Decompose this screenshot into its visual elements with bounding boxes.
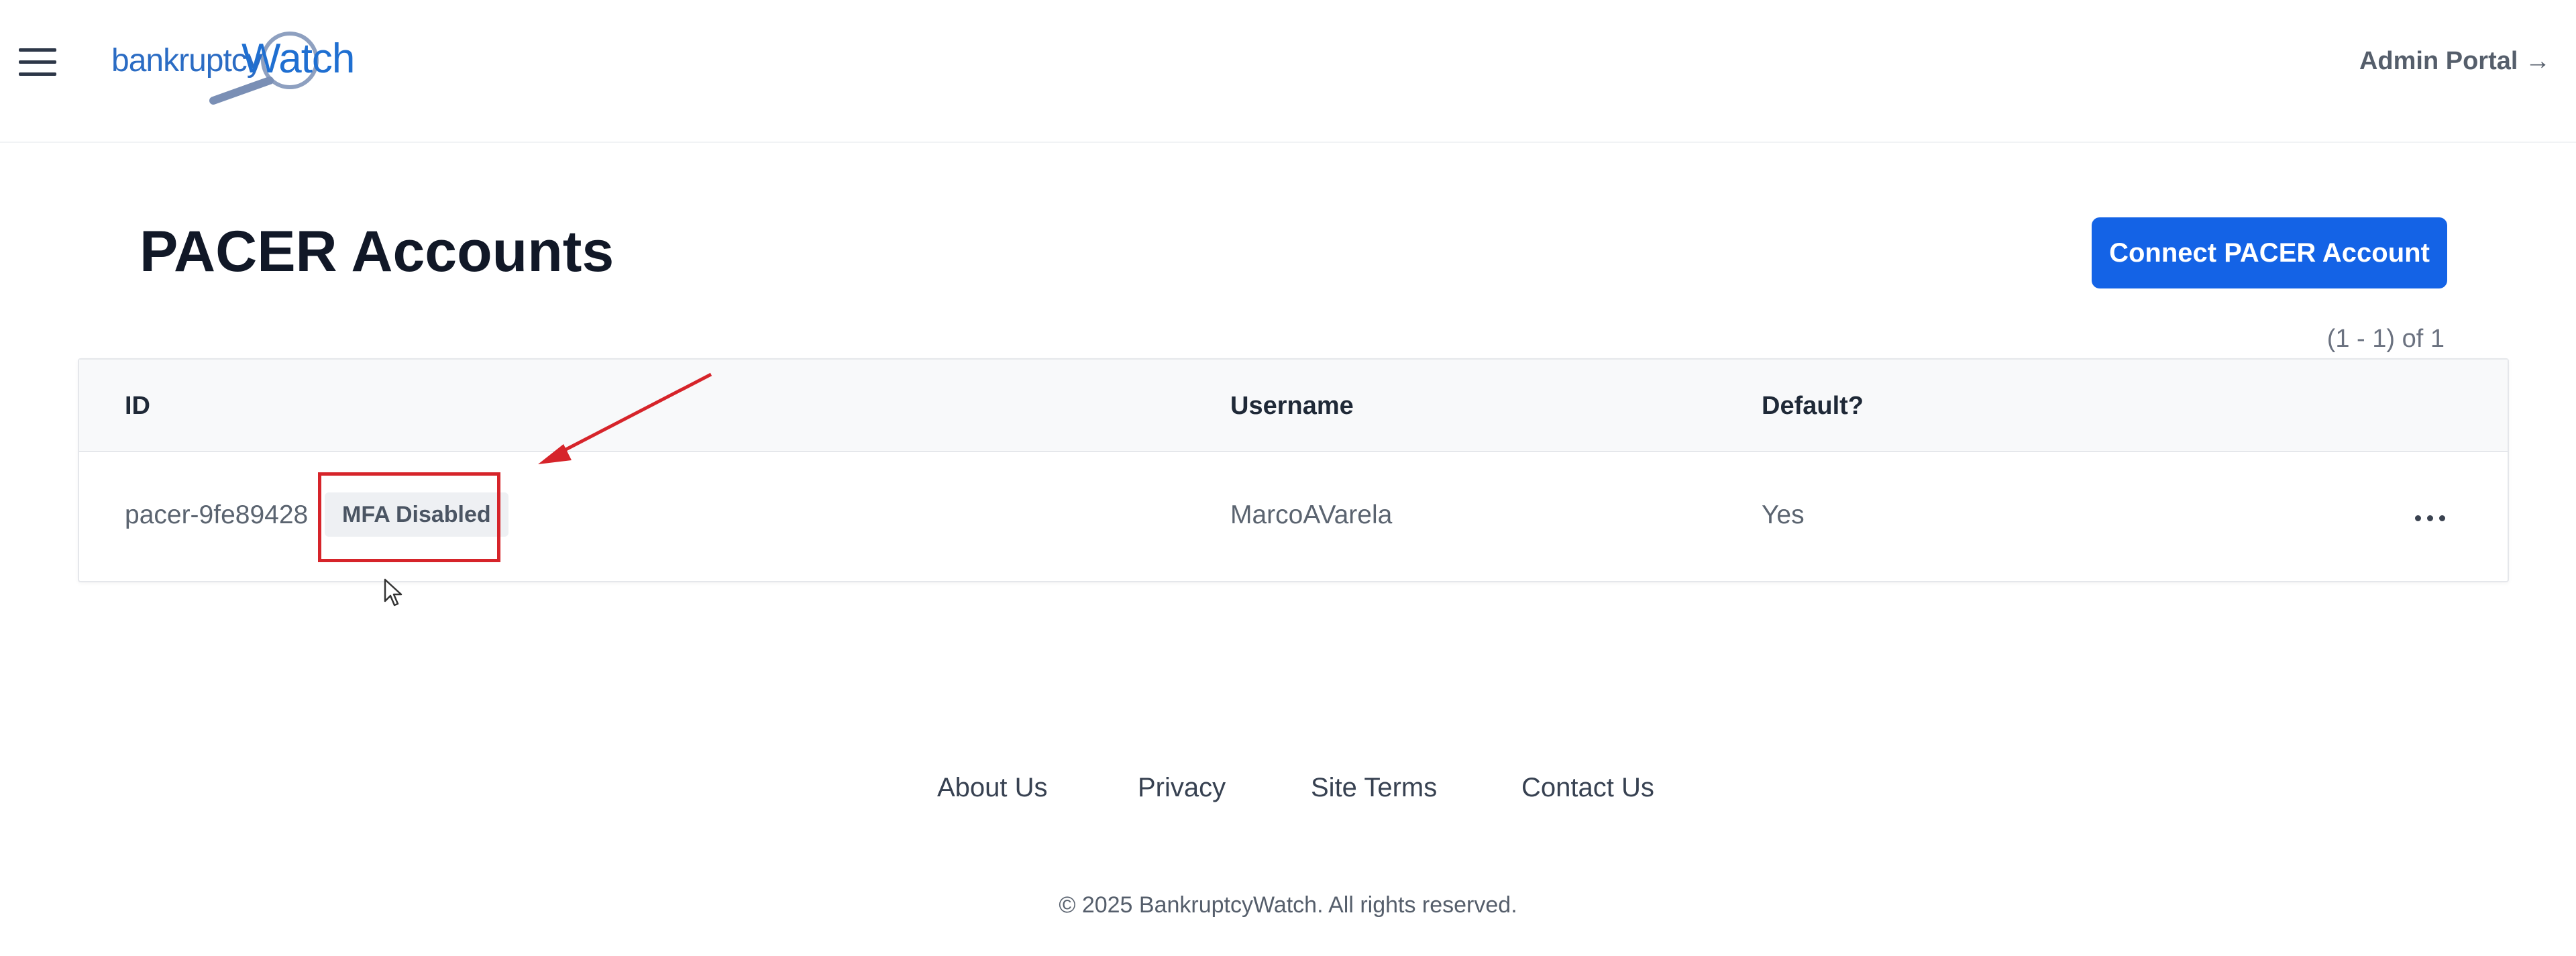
mfa-status-badge: MFA Disabled	[325, 492, 508, 537]
menu-icon[interactable]	[19, 48, 56, 76]
connect-pacer-account-button[interactable]: Connect PACER Account	[2092, 217, 2447, 288]
top-header: bankruptcy Watch Admin Portal →	[0, 0, 2576, 143]
ellipsis-icon[interactable]	[2411, 506, 2451, 530]
footer-link-contact-us[interactable]: Contact Us	[1521, 773, 1654, 803]
column-header-id: ID	[125, 392, 150, 420]
footer-link-privacy[interactable]: Privacy	[1138, 773, 1226, 803]
column-header-username: Username	[1230, 392, 1354, 420]
account-id: pacer-9fe89428	[125, 500, 309, 529]
copyright-text: © 2025 BankruptcyWatch. All rights reser…	[1059, 892, 1517, 918]
pagination-info: (1 - 1) of 1	[2326, 325, 2445, 353]
account-username: MarcoAVarela	[1230, 500, 1393, 529]
table-header: ID Username Default?	[79, 360, 2508, 452]
logo[interactable]: bankruptcy Watch	[111, 24, 355, 111]
logo-text-part1: bankruptcy	[111, 43, 263, 78]
page-title: PACER Accounts	[140, 219, 614, 284]
column-header-default: Default?	[1762, 392, 1864, 420]
accounts-table: ID Username Default? pacer-9fe89428 MFA …	[78, 358, 2509, 582]
footer-link-site-terms[interactable]: Site Terms	[1311, 773, 1437, 803]
footer-nav: About Us Privacy Site Terms Contact Us	[0, 773, 2576, 813]
cursor-icon	[384, 578, 402, 606]
logo-text-part2: Watch	[241, 36, 355, 82]
footer-link-about-us[interactable]: About Us	[937, 773, 1048, 803]
table-row: pacer-9fe89428 MFA Disabled MarcoAVarela…	[79, 452, 2508, 582]
admin-portal-link[interactable]: Admin Portal →	[2359, 47, 2551, 76]
account-default: Yes	[1762, 500, 1805, 529]
